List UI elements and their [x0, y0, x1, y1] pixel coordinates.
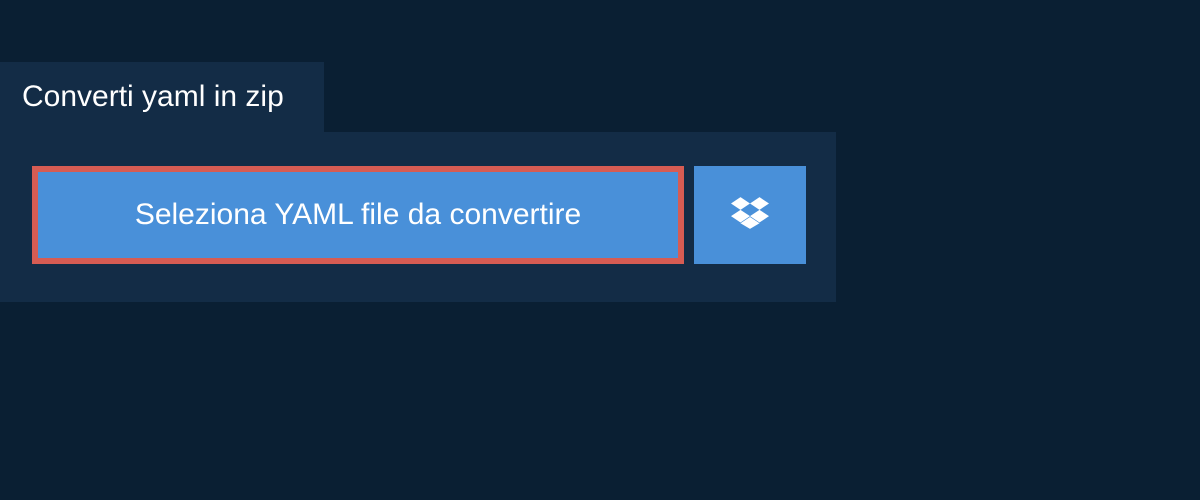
select-file-label: Seleziona YAML file da convertire	[135, 198, 581, 232]
dropbox-icon	[731, 194, 769, 237]
tab-label: Converti yaml in zip	[22, 80, 284, 113]
active-tab[interactable]: Converti yaml in zip	[0, 62, 324, 132]
dropbox-button[interactable]	[694, 166, 806, 264]
actions-panel: Seleziona YAML file da convertire	[0, 132, 836, 302]
select-file-button[interactable]: Seleziona YAML file da convertire	[32, 166, 684, 264]
